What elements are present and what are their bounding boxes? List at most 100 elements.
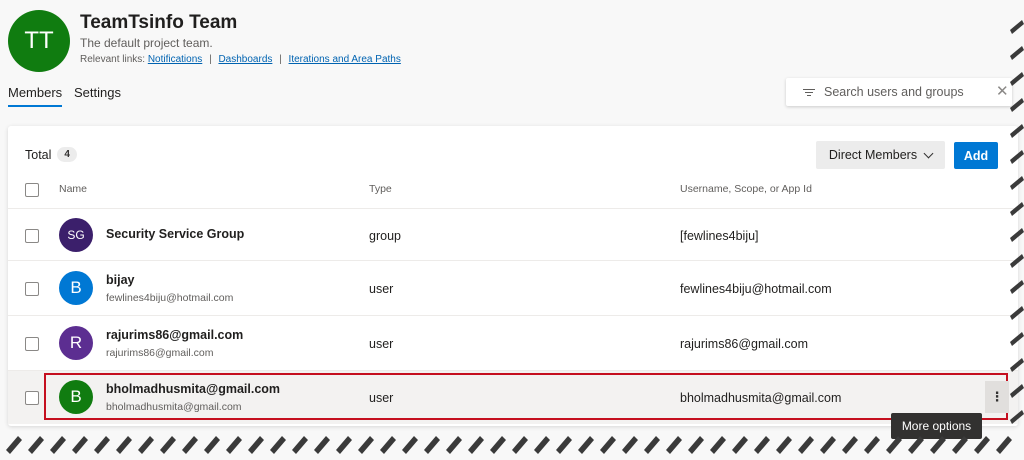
torn-edge-mark (1010, 332, 1024, 346)
torn-edge-mark (974, 436, 990, 454)
table-row[interactable]: B bholmadhusmita@gmail.com bholmadhusmit… (8, 370, 1018, 424)
total-count: Total 4 (25, 147, 77, 162)
torn-edge-mark (776, 436, 792, 454)
torn-edge-mark (204, 436, 220, 454)
torn-edge-mark (6, 436, 22, 454)
torn-edge-mark (556, 436, 572, 454)
table-row[interactable]: R rajurims86@gmail.com rajurims86@gmail.… (8, 315, 1018, 370)
member-name: Security Service Group (106, 227, 245, 241)
member-type: user (369, 337, 394, 351)
column-header-type[interactable]: Type (369, 183, 392, 195)
row-checkbox[interactable] (25, 229, 39, 243)
torn-edge-mark (710, 436, 726, 454)
torn-edge-mark (996, 436, 1012, 454)
member-type: group (369, 229, 401, 243)
avatar: B (59, 271, 93, 305)
member-username: rajurims86@gmail.com (680, 337, 808, 351)
torn-edge-bottom (6, 436, 1012, 454)
torn-edge-mark (1010, 280, 1024, 294)
member-name: bijay (106, 273, 135, 287)
torn-edge-mark (1010, 384, 1024, 398)
relevant-links-label: Relevant links: (80, 54, 146, 65)
torn-edge-mark (820, 436, 836, 454)
chevron-down-icon (923, 148, 934, 158)
link-separator: | (209, 54, 212, 65)
search-input[interactable] (824, 85, 984, 99)
torn-edge-mark (402, 436, 418, 454)
tab-members[interactable]: Members (8, 85, 63, 107)
total-label: Total (25, 147, 52, 162)
torn-edge-mark (578, 436, 594, 454)
members-card: Total 4 Direct Members Add Name Type Use… (8, 126, 1018, 426)
torn-edge-mark (28, 436, 44, 454)
relevant-links: Relevant links: Notifications | Dashboar… (80, 54, 401, 65)
torn-edge-mark (908, 436, 924, 454)
dashboards-link[interactable]: Dashboards (218, 54, 272, 65)
row-checkbox[interactable] (25, 282, 39, 296)
member-email: bholmadhusmita@gmail.com (106, 401, 242, 413)
torn-edge-mark (1010, 46, 1024, 60)
tab-settings[interactable]: Settings (74, 85, 121, 100)
torn-edge-mark (1010, 124, 1024, 138)
torn-edge-right (1010, 20, 1024, 424)
torn-edge-mark (490, 436, 506, 454)
member-username: fewlines4biju@hotmail.com (680, 282, 832, 296)
link-separator: | (279, 54, 282, 65)
torn-edge-mark (336, 436, 352, 454)
torn-edge-mark (138, 436, 154, 454)
torn-edge-mark (314, 436, 330, 454)
torn-edge-mark (534, 436, 550, 454)
avatar: R (59, 326, 93, 360)
team-avatar: TT (8, 10, 70, 72)
member-email: rajurims86@gmail.com (106, 347, 214, 359)
torn-edge-mark (842, 436, 858, 454)
member-username: bholmadhusmita@gmail.com (680, 391, 842, 405)
iterations-area-paths-link[interactable]: Iterations and Area Paths (289, 54, 401, 65)
torn-edge-mark (952, 436, 968, 454)
torn-edge-mark (94, 436, 110, 454)
torn-edge-mark (644, 436, 660, 454)
torn-edge-mark (248, 436, 264, 454)
torn-edge-mark (182, 436, 198, 454)
column-header-name[interactable]: Name (59, 183, 87, 195)
row-checkbox[interactable] (25, 337, 39, 351)
dropdown-label: Direct Members (828, 148, 918, 162)
avatar: B (59, 380, 93, 414)
notifications-link[interactable]: Notifications (148, 54, 202, 65)
torn-edge-mark (380, 436, 396, 454)
avatar: SG (59, 218, 93, 252)
torn-edge-mark (688, 436, 704, 454)
select-all-checkbox[interactable] (25, 183, 39, 197)
column-header-username[interactable]: Username, Scope, or App Id (680, 183, 812, 195)
torn-edge-mark (622, 436, 638, 454)
count-badge: 4 (57, 147, 77, 162)
member-username: [fewlines4biju] (680, 229, 759, 243)
row-checkbox[interactable] (25, 391, 39, 405)
member-email: fewlines4biju@hotmail.com (106, 292, 234, 304)
torn-edge-mark (226, 436, 242, 454)
team-description: The default project team. (80, 36, 213, 50)
team-title: TeamTsinfo Team (80, 12, 238, 33)
torn-edge-mark (424, 436, 440, 454)
filter-icon (802, 88, 816, 96)
torn-edge-mark (1010, 306, 1024, 320)
torn-edge-mark (1010, 176, 1024, 190)
torn-edge-mark (72, 436, 88, 454)
torn-edge-mark (886, 436, 902, 454)
torn-edge-mark (270, 436, 286, 454)
torn-edge-mark (1010, 20, 1024, 34)
torn-edge-mark (1010, 228, 1024, 242)
torn-edge-mark (1010, 98, 1024, 112)
torn-edge-mark (358, 436, 374, 454)
torn-edge-mark (1010, 72, 1024, 86)
table-row[interactable]: SG Security Service Group group [fewline… (8, 208, 1018, 260)
torn-edge-mark (292, 436, 308, 454)
direct-members-dropdown[interactable]: Direct Members (816, 141, 945, 169)
member-name: rajurims86@gmail.com (106, 328, 244, 342)
search-box[interactable]: ✕ (786, 78, 1012, 106)
torn-edge-mark (732, 436, 748, 454)
torn-edge-mark (930, 436, 946, 454)
torn-edge-mark (798, 436, 814, 454)
table-row[interactable]: B bijay fewlines4biju@hotmail.com user f… (8, 260, 1018, 315)
member-type: user (369, 282, 394, 296)
